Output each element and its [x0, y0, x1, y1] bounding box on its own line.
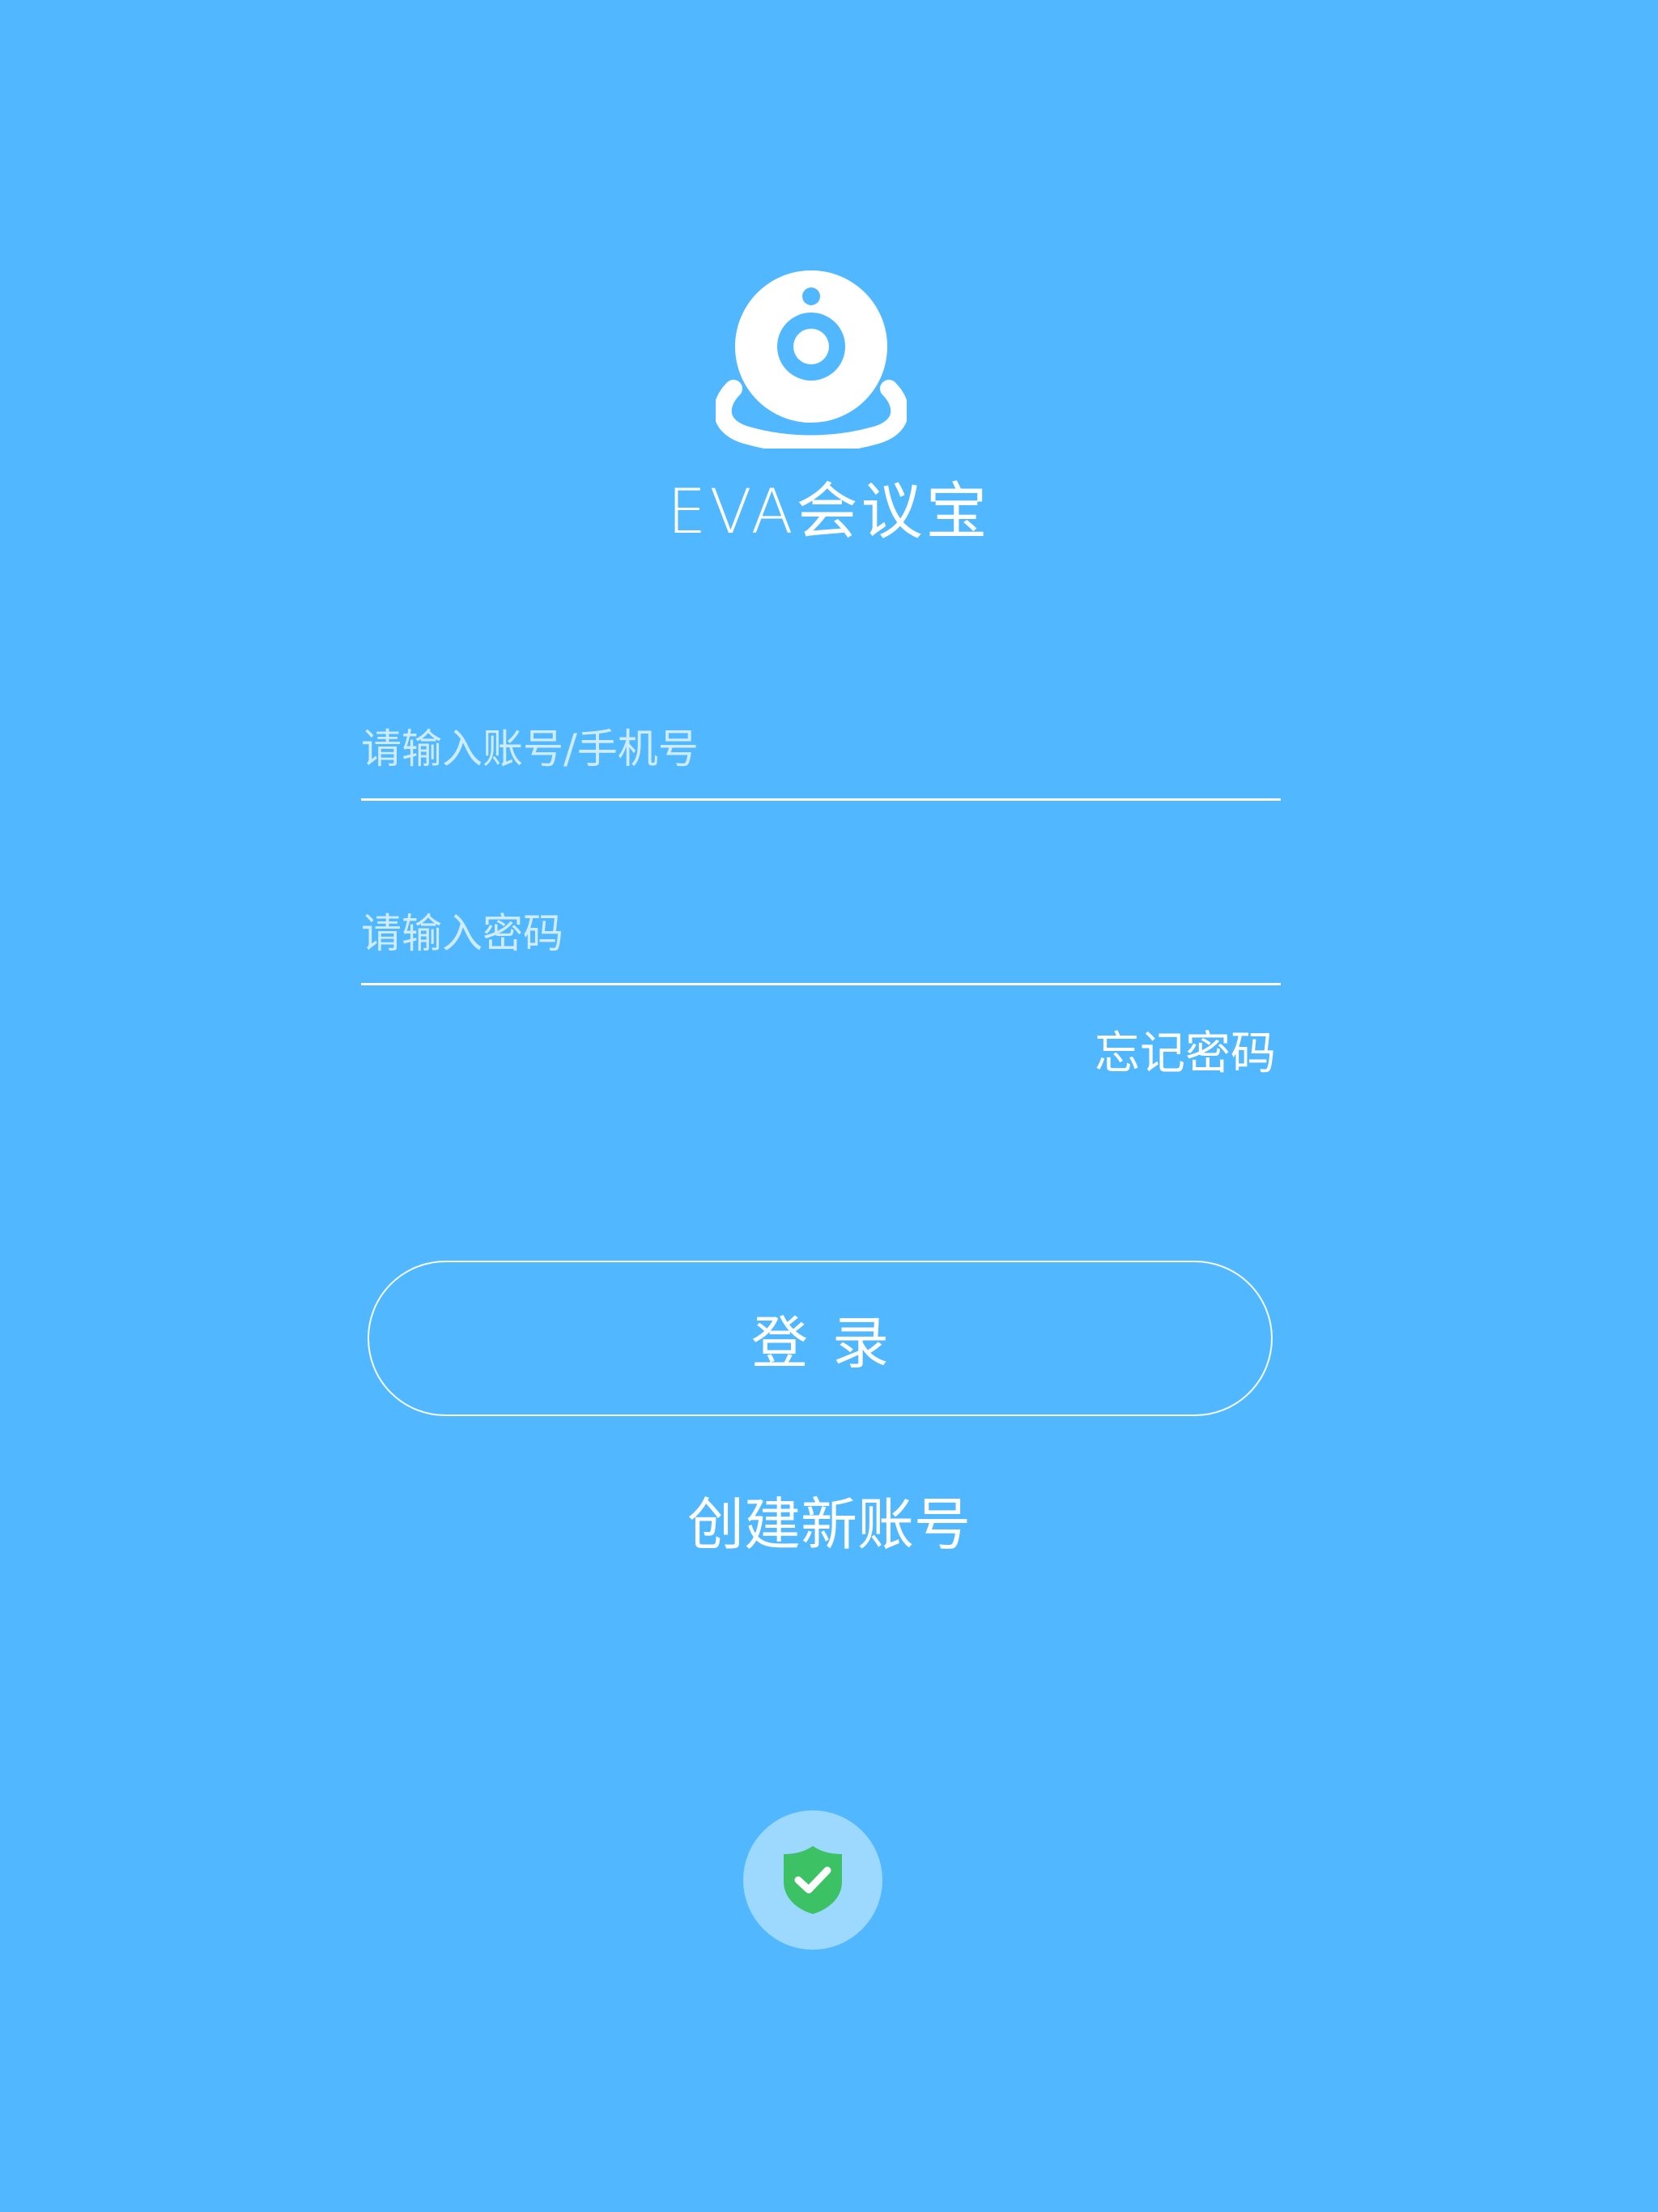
shield-check-icon	[784, 1846, 842, 1914]
password-field	[361, 878, 1281, 985]
webcam-logo-icon	[716, 270, 907, 449]
create-account-link[interactable]: 创建新账号	[0, 1488, 1658, 1561]
forgot-password-link[interactable]: 忘记密码	[1095, 1025, 1276, 1083]
security-badge[interactable]	[743, 1810, 882, 1950]
app-title: EVA会议宝	[667, 475, 991, 547]
account-input[interactable]	[361, 721, 1281, 777]
login-button[interactable]: 登录	[368, 1261, 1273, 1416]
app-logo	[716, 267, 907, 449]
account-field	[361, 693, 1281, 801]
password-input[interactable]	[361, 905, 1281, 962]
